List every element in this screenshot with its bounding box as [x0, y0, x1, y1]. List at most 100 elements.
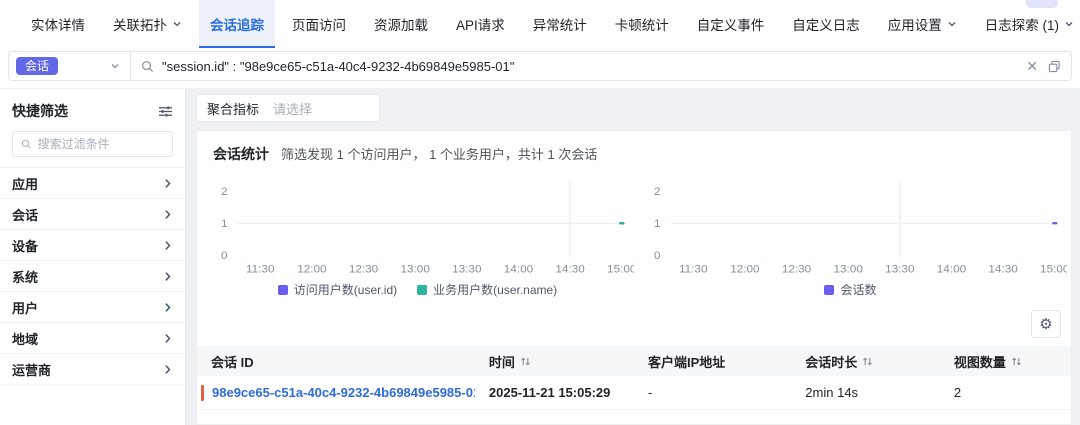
x-tick-label: 14:00: [504, 264, 533, 276]
nav-tab[interactable]: 自定义事件: [686, 0, 776, 48]
chart-plot-area[interactable]: 01211:3012:0012:3013:0013:3014:0014:3015…: [634, 174, 1067, 280]
search-bar-row: 会话 "session.id" : "98e9ce65-c51a-40c4-92…: [0, 48, 1080, 88]
stats-summary: 筛选发现 1 个访问用户， 1 个业务用户，共计 1 次会话: [281, 144, 597, 163]
nav-tab-label: 自定义事件: [697, 14, 765, 34]
sidebar-item[interactable]: 设备: [0, 230, 185, 261]
y-tick-label: 0: [654, 251, 661, 263]
nav-tab[interactable]: 会话追踪: [199, 0, 275, 48]
cutoff-pill: [1026, 0, 1058, 8]
session-stats-card: 会话统计 筛选发现 1 个访问用户， 1 个业务用户，共计 1 次会话 0 1 2 1…: [196, 130, 1072, 425]
top-nav: 实体详情关联拓扑会话追踪页面访问资源加载 API请求异常统计卡顿统计自定义事件 自定…: [0, 0, 1080, 48]
table-settings-button[interactable]: ⚙: [1031, 310, 1061, 338]
x-tick-label: 13:00: [833, 264, 862, 276]
nav-tab[interactable]: 日志探索 (1): [974, 0, 1080, 48]
table-column-header: 会话 ID: [197, 352, 475, 371]
sidebar-item-label: 地域: [12, 329, 38, 348]
nav-tab[interactable]: 应用设置: [877, 0, 968, 48]
nav-tab[interactable]: 自定义日志: [781, 0, 871, 48]
nav-tab[interactable]: 资源加载: [363, 0, 439, 48]
table-column-header[interactable]: 会话时长: [791, 352, 940, 371]
table-column-header[interactable]: 时间: [475, 352, 634, 371]
filter-search-input[interactable]: [38, 137, 164, 151]
sort-icon[interactable]: [862, 356, 873, 367]
content: 快捷筛选 应用会话设备系统用户地域运营商 聚合指标 请选择: [0, 88, 1080, 425]
search-icon: [21, 138, 32, 150]
charts-row: 01211:3012:0012:3013:0013:3014:0014:3015…: [197, 168, 1071, 304]
y-tick-label: 0: [221, 251, 228, 263]
copy-icon[interactable]: [1048, 60, 1061, 73]
session-id-link[interactable]: 98e9ce65-c51a-40c4-9232-4b69849e5985-01: [212, 385, 475, 400]
column-label: 客户端IP地址: [648, 352, 725, 371]
chevron-down-icon: [947, 19, 957, 29]
nav-tab-label: 会话追踪: [210, 14, 264, 34]
y-tick-label: 2: [221, 186, 228, 198]
stats-title: 会话统计: [213, 144, 269, 164]
time-cell: 2025-11-21 15:05:29: [475, 385, 634, 400]
x-tick-label: 12:00: [297, 264, 326, 276]
chevron-right-icon: [162, 209, 173, 220]
chevron-down-icon: [110, 61, 120, 71]
table-body: 98e9ce65-c51a-40c4-9232-4b69849e5985-012…: [197, 376, 1071, 410]
sidebar-item[interactable]: 地域: [0, 323, 185, 354]
chevron-right-icon: [162, 271, 173, 282]
legend-item[interactable]: 业务用户数(user.name): [417, 281, 557, 298]
y-tick-label: 1: [654, 218, 661, 230]
legend-label: 访问用户数(user.id): [294, 281, 397, 298]
metric-chart: 01211:3012:0012:3013:0013:3014:0014:3015…: [201, 174, 634, 304]
legend-label: 会话数: [840, 281, 876, 298]
sort-icon[interactable]: [520, 356, 531, 367]
nav-tab[interactable]: API请求: [445, 0, 516, 48]
main-area: 聚合指标 请选择 会话统计 筛选发现 1 个访问用户， 1 个业务用户，共计 1…: [186, 88, 1080, 425]
x-tick-label: 11:30: [246, 264, 274, 276]
aggregate-metric-label: 聚合指标: [207, 99, 259, 118]
gear-icon: ⚙: [1039, 315, 1052, 333]
sort-icon[interactable]: [1011, 356, 1022, 367]
sidebar-item[interactable]: 应用: [0, 168, 185, 199]
chevron-down-icon: [1064, 19, 1074, 29]
duration-cell: 2min 14s: [791, 385, 940, 400]
legend-item[interactable]: 会话数: [824, 281, 876, 298]
legend-item[interactable]: 访问用户数(user.id): [278, 281, 397, 298]
sidebar-item[interactable]: 用户: [0, 292, 185, 323]
aggregate-metric-select[interactable]: 聚合指标 请选择: [196, 94, 380, 122]
column-label: 会话 ID: [211, 352, 254, 371]
session-id-cell: 98e9ce65-c51a-40c4-9232-4b69849e5985-01: [197, 385, 475, 401]
close-icon[interactable]: ✕: [1026, 59, 1038, 73]
x-tick-label: 13:30: [885, 264, 914, 276]
search-input[interactable]: "session.id" : "98e9ce65-c51a-40c4-9232-…: [131, 59, 1026, 74]
sidebar-item[interactable]: 运营商: [0, 354, 185, 385]
sidebar-item[interactable]: 会话: [0, 199, 185, 230]
nav-tab-label: 自定义日志: [792, 14, 860, 34]
data-point[interactable]: [1052, 222, 1057, 224]
scope-selector[interactable]: 会话: [9, 52, 131, 80]
nav-tab[interactable]: 关联拓扑: [102, 0, 193, 48]
chevron-right-icon: [162, 178, 173, 189]
data-point[interactable]: [619, 222, 624, 224]
nav-tab-label: 应用设置: [888, 14, 942, 34]
nav-tab[interactable]: 页面访问: [281, 0, 357, 48]
sidebar-item-label: 运营商: [12, 360, 51, 379]
chevron-down-icon: [172, 19, 182, 29]
legend-swatch: [417, 285, 427, 295]
search-bar-actions: ✕: [1026, 59, 1071, 73]
chevron-right-icon: [162, 333, 173, 344]
nav-tab[interactable]: 异常统计: [522, 0, 598, 48]
sidebar-items: 应用会话设备系统用户地域运营商: [0, 167, 185, 385]
table-column-header[interactable]: 视图数量: [940, 352, 1071, 371]
table-row[interactable]: 98e9ce65-c51a-40c4-9232-4b69849e5985-012…: [197, 376, 1071, 410]
sessions-table: 会话 ID 时间客户端IP地址 会话时长 视图数量 98e9ce65-c51a-40c…: [197, 346, 1071, 410]
x-tick-label: 12:30: [349, 264, 378, 276]
filter-lines-icon[interactable]: [158, 105, 173, 118]
nav-tab-label: API请求: [456, 14, 505, 34]
nav-tab[interactable]: 卡顿统计: [604, 0, 680, 48]
app-root: 实体详情关联拓扑会话追踪页面访问资源加载 API请求异常统计卡顿统计自定义事件 自定…: [0, 0, 1080, 425]
nav-tab[interactable]: 实体详情: [20, 0, 96, 48]
column-label: 会话时长: [805, 352, 857, 371]
x-tick-label: 14:00: [937, 264, 966, 276]
chart-plot-area[interactable]: 01211:3012:0012:3013:0013:3014:0014:3015…: [201, 174, 634, 280]
sidebar-item[interactable]: 系统: [0, 261, 185, 292]
sidebar-item-label: 应用: [12, 174, 38, 193]
search-icon: [141, 60, 154, 73]
quick-filter-sidebar: 快捷筛选 应用会话设备系统用户地域运营商: [0, 88, 186, 425]
nav-tab-label: 日志探索 (1): [985, 14, 1059, 34]
